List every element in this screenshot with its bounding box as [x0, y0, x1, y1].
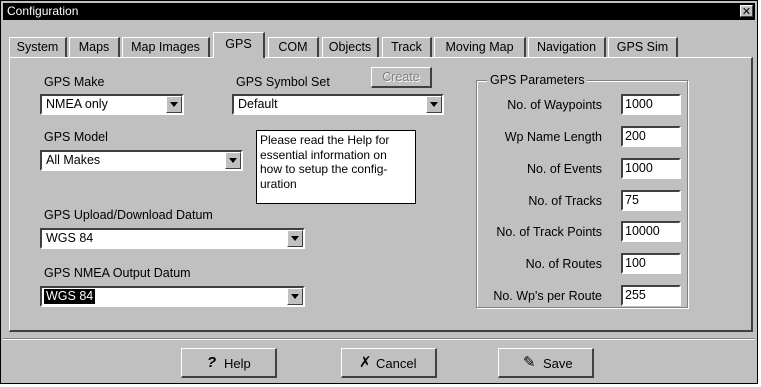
chevron-down-icon[interactable]: [426, 96, 442, 113]
create-button[interactable]: Create: [371, 67, 432, 88]
cancel-button[interactable]: ✗ Cancel: [341, 348, 437, 378]
help-button[interactable]: ? Help: [181, 348, 277, 378]
wp-name-length-field[interactable]: 200: [621, 126, 681, 147]
waypoints-label: No. of Waypoints: [507, 98, 602, 112]
tab-navigation[interactable]: Navigation: [528, 37, 606, 57]
events-field[interactable]: 1000: [621, 158, 681, 179]
nmea-datum-label: GPS NMEA Output Datum: [44, 266, 191, 280]
events-label: No. of Events: [526, 162, 602, 176]
save-button[interactable]: ✎ Save: [498, 348, 594, 378]
upload-datum-select[interactable]: WGS 84: [40, 228, 305, 249]
close-button[interactable]: ✕: [740, 5, 753, 18]
tab-system[interactable]: System: [9, 37, 67, 57]
tab-gps[interactable]: GPS: [213, 32, 265, 58]
tab-maps[interactable]: Maps: [69, 37, 120, 57]
gps-make-select[interactable]: NMEA only: [40, 94, 184, 115]
tab-com[interactable]: COM: [268, 37, 319, 57]
tab-objects[interactable]: Objects: [322, 37, 379, 57]
routes-label: No. of Routes: [525, 257, 602, 271]
tab-track[interactable]: Track: [382, 37, 432, 57]
disk-pen-icon: ✎: [523, 354, 536, 371]
chevron-down-icon[interactable]: [225, 152, 241, 169]
configuration-window: Configuration ✕ System Maps Map Images G…: [0, 0, 758, 384]
wp-per-route-field[interactable]: 255: [621, 285, 681, 306]
gps-model-select[interactable]: All Makes: [40, 150, 243, 171]
symbol-set-label: GPS Symbol Set: [236, 75, 330, 89]
symbol-set-select[interactable]: Default: [232, 94, 444, 115]
x-mark-icon: ✗: [359, 354, 372, 371]
wp-name-length-label: Wp Name Length: [504, 130, 602, 144]
chevron-down-icon[interactable]: [287, 288, 303, 305]
chevron-down-icon[interactable]: [166, 96, 182, 113]
track-points-field[interactable]: 10000: [621, 221, 681, 242]
question-mark-icon: ?: [207, 354, 217, 371]
gps-parameters-title: GPS Parameters: [487, 72, 588, 88]
gps-parameters-group: GPS Parameters No. of Waypoints 1000 Wp …: [476, 72, 688, 308]
chevron-down-icon[interactable]: [287, 230, 303, 247]
tracks-field[interactable]: 75: [621, 190, 681, 211]
waypoints-field[interactable]: 1000: [621, 94, 681, 115]
button-bar: ? Help ✗ Cancel ✎ Save: [3, 338, 755, 383]
window-title: Configuration: [7, 4, 79, 18]
tab-moving-map[interactable]: Moving Map: [434, 37, 526, 57]
tracks-label: No. of Tracks: [528, 194, 602, 208]
title-bar: Configuration ✕: [3, 3, 755, 20]
tab-gps-sim[interactable]: GPS Sim: [608, 37, 678, 57]
track-points-label: No. of Track Points: [496, 225, 602, 239]
gps-make-label: GPS Make: [44, 75, 105, 89]
tab-map-images[interactable]: Map Images: [122, 37, 210, 57]
gps-model-label: GPS Model: [44, 130, 108, 144]
routes-field[interactable]: 100: [621, 253, 681, 274]
nmea-datum-select[interactable]: WGS 84: [40, 286, 305, 307]
wp-per-route-label: No. Wp's per Route: [493, 289, 602, 303]
help-note: Please read the Help for essential infor…: [256, 130, 416, 204]
upload-datum-label: GPS Upload/Download Datum: [44, 208, 213, 222]
close-icon: ✕: [741, 6, 752, 18]
